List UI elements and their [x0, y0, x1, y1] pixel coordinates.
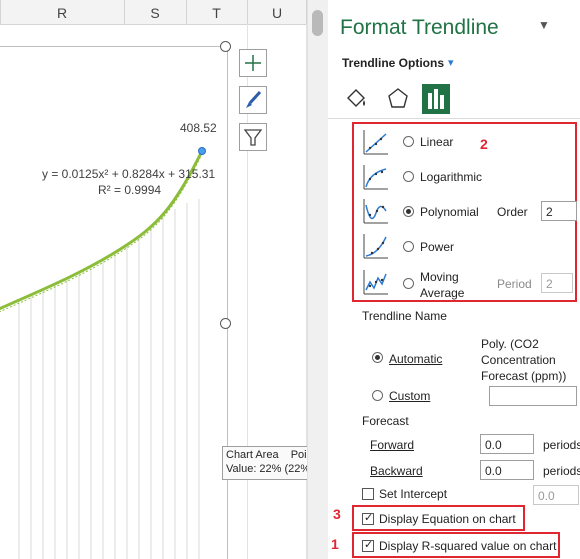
linear-label[interactable]: Linear [420, 135, 453, 149]
vertical-scrollbar[interactable] [307, 0, 328, 559]
custom-name-input[interactable] [489, 386, 577, 406]
moving-average-icon [362, 268, 390, 296]
trendline-name-heading: Trendline Name [362, 309, 447, 323]
linear-icon [362, 128, 390, 156]
forecast-heading: Forecast [362, 414, 409, 428]
logarithmic-icon [362, 163, 390, 191]
linear-radio[interactable] [403, 136, 414, 147]
period-input[interactable]: 2 [541, 273, 573, 293]
chevron-down-icon[interactable]: ▾ [448, 56, 454, 69]
forward-label: Forward [370, 438, 415, 452]
custom-label[interactable]: Custom [389, 389, 430, 403]
resize-handle-top-right[interactable] [220, 41, 231, 52]
plus-icon [245, 55, 261, 71]
column-header-t[interactable]: T [186, 0, 247, 24]
backward-input[interactable]: 0.0 [480, 460, 534, 480]
column-header-u[interactable]: U [247, 0, 307, 24]
backward-periods-label: periods [543, 464, 580, 478]
scrollbar-thumb[interactable] [312, 10, 323, 36]
pentagon-icon [388, 88, 408, 108]
annotation-1: 1 [331, 536, 339, 552]
r-squared-label[interactable]: R² = 0.9994 [98, 183, 161, 197]
chart-tooltip: Chart Area Point 1 Value: 22% (22%) [222, 446, 307, 480]
filter-icon [243, 129, 263, 146]
set-intercept-checkbox[interactable] [362, 488, 374, 500]
fill-line-category[interactable] [342, 84, 370, 114]
automatic-name-line3: Forecast (ppm)) [481, 369, 567, 383]
moving-average-label[interactable]: Moving Average [420, 269, 464, 301]
chart-filters-button[interactable] [239, 123, 267, 151]
resize-handle-right[interactable] [220, 318, 231, 329]
automatic-name-value: Poly. (CO2 Concentration Forecast (ppm)) [481, 336, 566, 384]
pane-options-icon[interactable]: ▼ [538, 18, 550, 32]
order-input[interactable]: 2 [541, 201, 577, 221]
last-data-point[interactable] [198, 147, 206, 155]
order-label: Order [497, 205, 528, 219]
power-label[interactable]: Power [420, 240, 454, 254]
polynomial-icon [362, 197, 390, 225]
display-equation-checkbox[interactable] [362, 511, 374, 525]
automatic-name-line2: Concentration [481, 353, 556, 367]
moving-average-line1: Moving [420, 270, 459, 284]
tooltip-value: Value: 22% (22%) [226, 463, 307, 475]
last-point-label: 408.52 [180, 121, 217, 135]
moving-average-line2: Average [420, 286, 465, 300]
automatic-name-line1: Poly. (CO2 [481, 337, 539, 351]
forward-periods-label: periods [543, 438, 580, 452]
period-label: Period [497, 277, 532, 291]
trendline-options-tab[interactable]: Trendline Options [342, 56, 444, 70]
annotation-3: 3 [333, 506, 341, 522]
backward-label: Backward [370, 464, 423, 478]
worksheet-area: R S T U 408.52 y = 0.0125x² + 0.8284x + … [0, 0, 307, 559]
polynomial-radio[interactable] [403, 206, 414, 217]
polynomial-label[interactable]: Polynomial [420, 205, 479, 219]
trendline-equation[interactable]: y = 0.0125x² + 0.8284x + 315.31 [42, 167, 215, 181]
set-intercept-label[interactable]: Set Intercept [379, 487, 447, 501]
custom-radio[interactable] [372, 390, 383, 401]
display-r-squared-label[interactable]: Display R-squared value on chart [379, 539, 556, 553]
brush-icon [246, 90, 262, 108]
column-header-r[interactable]: R [0, 0, 124, 24]
column-header-s[interactable]: S [124, 0, 186, 24]
display-equation-label[interactable]: Display Equation on chart [379, 512, 516, 526]
automatic-label[interactable]: Automatic [389, 352, 442, 366]
power-icon [362, 232, 390, 260]
forward-input[interactable]: 0.0 [480, 434, 534, 454]
divider [328, 118, 580, 119]
format-pane: Format Trendline ▼ Trendline Options ▾ 2 [328, 0, 580, 559]
annotation-2: 2 [480, 136, 488, 152]
power-radio[interactable] [403, 241, 414, 252]
effects-category[interactable] [384, 84, 412, 114]
display-r-squared-checkbox[interactable] [362, 538, 374, 552]
automatic-radio[interactable] [372, 352, 383, 363]
bar-chart-icon [428, 89, 444, 109]
tooltip-title: Chart Area [226, 449, 279, 461]
logarithmic-label[interactable]: Logarithmic [420, 170, 482, 184]
trendline-options-category[interactable] [422, 84, 450, 114]
pane-title: Format Trendline [340, 16, 499, 39]
tooltip-series: Point 1 [290, 449, 307, 461]
logarithmic-radio[interactable] [403, 171, 414, 182]
intercept-input[interactable]: 0.0 [533, 485, 579, 505]
chart-styles-button[interactable] [239, 86, 267, 114]
paint-bucket-icon [347, 89, 365, 107]
chart-elements-button[interactable] [239, 49, 267, 77]
moving-average-radio[interactable] [403, 278, 414, 289]
